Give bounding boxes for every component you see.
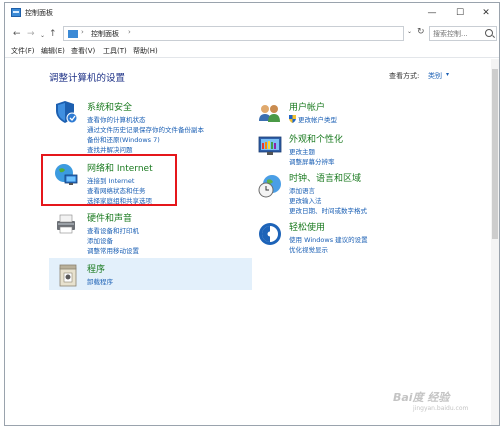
search-icon[interactable] <box>485 29 493 37</box>
link-backup-restore-win7[interactable]: 备份和还原(Windows 7) <box>87 134 160 144</box>
programs-icon[interactable] <box>56 262 82 288</box>
category-ease-of-access[interactable]: 轻松使用 <box>289 220 325 233</box>
network-highlight-annotation <box>41 154 177 206</box>
vertical-scrollbar[interactable] <box>491 59 499 425</box>
user-accounts-icon[interactable] <box>257 101 283 127</box>
link-change-theme[interactable]: 更改主题 <box>289 146 315 156</box>
view-by-label: 查看方式: <box>389 72 420 80</box>
category-programs[interactable]: 程序 <box>87 262 105 275</box>
maximize-button[interactable]: ☐ <box>447 5 473 21</box>
menu-file[interactable]: 文件(F) <box>11 46 35 56</box>
link-add-language[interactable]: 添加语言 <box>289 185 315 195</box>
control-panel-window: 控制面板 — ☐ ✕ ← → ⌄ ↑ › 控制面板 › ⌄ ↻ 文件(F) 编辑… <box>4 2 500 426</box>
view-by-dropdown[interactable]: 类别 <box>428 71 442 81</box>
link-troubleshoot[interactable]: 查找并解决问题 <box>87 144 133 154</box>
view-by-chevron-icon[interactable]: ▾ <box>446 71 449 78</box>
appearance-monitor-icon[interactable] <box>257 133 283 159</box>
link-view-computer-status[interactable]: 查看你的计算机状态 <box>87 114 146 124</box>
address-bar: ← → ⌄ ↑ › 控制面板 › <box>5 25 499 43</box>
category-appearance-personalization[interactable]: 外观和个性化 <box>289 132 343 145</box>
up-arrow-icon[interactable]: ↑ <box>49 28 57 40</box>
link-add-device[interactable]: 添加设备 <box>87 235 113 245</box>
link-uninstall-program[interactable]: 卸载程序 <box>87 276 113 286</box>
link-change-input-method[interactable]: 更改输入法 <box>289 195 322 205</box>
menu-view[interactable]: 查看(V) <box>71 46 95 56</box>
baidu-watermark: Bai度 经验 <box>393 391 450 404</box>
content-area: 调整计算机的设置 查看方式: 类别 ▾ 系统和安全 查看你的计算机状态 通过文件… <box>5 59 499 425</box>
page-title: 调整计算机的设置 <box>49 73 126 84</box>
menu-bar: 文件(F) 编辑(E) 查看(V) 工具(T) 帮助(H) <box>5 44 499 58</box>
control-panel-icon <box>11 8 21 17</box>
folder-icon <box>68 30 78 38</box>
back-arrow-icon[interactable]: ← <box>13 28 21 40</box>
menu-help[interactable]: 帮助(H) <box>133 46 158 56</box>
search-box[interactable] <box>429 26 497 41</box>
ease-of-access-icon[interactable] <box>257 221 283 247</box>
link-file-history-backup[interactable]: 通过文件历史记录保存你的文件备份副本 <box>87 124 204 134</box>
menu-edit[interactable]: 编辑(E) <box>41 46 65 56</box>
close-button[interactable]: ✕ <box>473 5 499 21</box>
security-shield-icon[interactable] <box>53 99 79 125</box>
window-title: 控制面板 <box>25 9 53 17</box>
printer-icon[interactable] <box>53 211 79 237</box>
refresh-icon[interactable]: ↻ <box>417 27 425 37</box>
category-clock-language-region[interactable]: 时钟、语言和区域 <box>289 171 361 184</box>
title-bar: 控制面板 — ☐ ✕ <box>5 3 499 23</box>
link-optimize-visual-display[interactable]: 优化视觉显示 <box>289 244 328 254</box>
uac-shield-icon <box>289 115 296 123</box>
link-mobility-settings[interactable]: 调整常用移动设置 <box>87 245 139 255</box>
category-system-security[interactable]: 系统和安全 <box>87 100 132 113</box>
category-hardware-sound[interactable]: 硬件和声音 <box>87 211 132 224</box>
link-devices-printers[interactable]: 查看设备和打印机 <box>87 225 139 235</box>
clock-globe-icon[interactable] <box>257 173 283 199</box>
minimize-button[interactable]: — <box>419 5 445 21</box>
link-change-account-type[interactable]: 更改帐户类型 <box>298 114 337 124</box>
baidu-watermark-url: jingyan.baidu.com <box>413 405 469 412</box>
breadcrumb-separator-icon[interactable]: › <box>81 28 84 36</box>
breadcrumb-separator-icon[interactable]: › <box>128 28 131 36</box>
link-recommended-settings[interactable]: 使用 Windows 建议的设置 <box>289 234 368 244</box>
address-dropdown-chevron-icon[interactable]: ⌄ <box>407 28 412 35</box>
link-screen-resolution[interactable]: 调整屏幕分辨率 <box>289 156 335 166</box>
link-date-time-format[interactable]: 更改日期、时间或数字格式 <box>289 205 367 215</box>
search-input[interactable] <box>433 29 483 39</box>
recent-locations-chevron-icon[interactable]: ⌄ <box>40 30 45 42</box>
scrollbar-thumb[interactable] <box>492 69 498 239</box>
forward-arrow-icon[interactable]: → <box>27 28 35 40</box>
breadcrumb-control-panel[interactable]: 控制面板 <box>91 29 119 39</box>
menu-tools[interactable]: 工具(T) <box>103 46 127 56</box>
category-user-accounts[interactable]: 用户帐户 <box>289 100 325 113</box>
address-field[interactable]: › 控制面板 › <box>63 26 404 41</box>
